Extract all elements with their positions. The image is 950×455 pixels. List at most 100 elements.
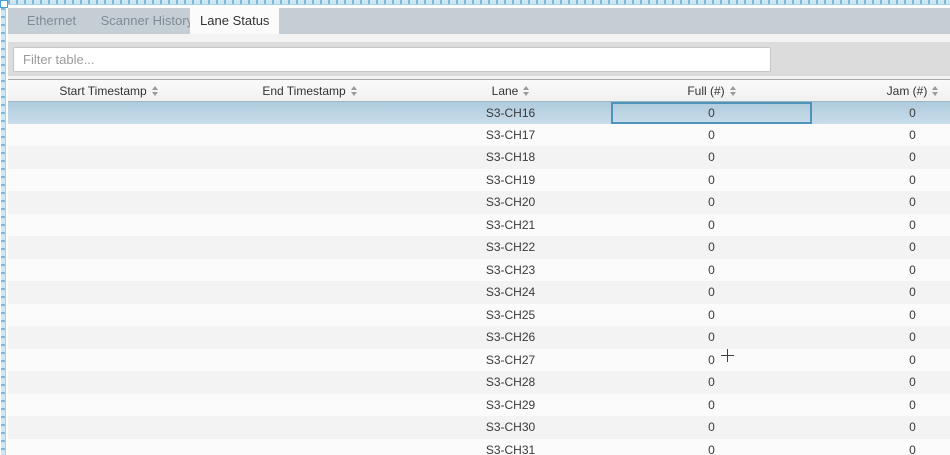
cell-full[interactable]: 0 — [611, 349, 812, 372]
table-row-S3-CH30[interactable]: S3-CH3000 — [8, 416, 950, 439]
cell-end[interactable] — [209, 236, 410, 259]
cell-end[interactable] — [209, 371, 410, 394]
table-row-S3-CH17[interactable]: S3-CH1700 — [8, 124, 950, 147]
table-row-S3-CH18[interactable]: S3-CH1800 — [8, 146, 950, 169]
tab-ethernet[interactable]: Ethernet — [8, 8, 95, 34]
table-row-S3-CH27[interactable]: S3-CH2700 — [8, 349, 950, 372]
table-row-S3-CH16[interactable]: S3-CH1600 — [8, 101, 950, 124]
cell-lane[interactable]: S3-CH31 — [410, 439, 611, 455]
cell-start[interactable] — [8, 371, 209, 394]
cell-end[interactable] — [209, 304, 410, 327]
cell-start[interactable] — [8, 259, 209, 282]
cell-jam[interactable]: 0 — [812, 304, 950, 327]
cell-jam[interactable]: 0 — [812, 416, 950, 439]
cell-jam[interactable]: 0 — [812, 349, 950, 372]
cell-lane[interactable]: S3-CH21 — [410, 214, 611, 237]
cell-end[interactable] — [209, 349, 410, 372]
table-row-S3-CH22[interactable]: S3-CH2200 — [8, 236, 950, 259]
cell-jam[interactable]: 0 — [812, 236, 950, 259]
cell-full[interactable]: 0 — [611, 146, 812, 169]
cell-full[interactable]: 0 — [611, 394, 812, 417]
cell-lane[interactable]: S3-CH26 — [410, 326, 611, 349]
column-header-full[interactable]: Full (#) — [611, 80, 812, 101]
cell-start[interactable] — [8, 169, 209, 192]
table-row-S3-CH28[interactable]: S3-CH2800 — [8, 371, 950, 394]
cell-jam[interactable]: 0 — [812, 371, 950, 394]
cell-full[interactable]: 0 — [611, 214, 812, 237]
cell-lane[interactable]: S3-CH29 — [410, 394, 611, 417]
table-row-S3-CH21[interactable]: S3-CH2100 — [8, 214, 950, 237]
cell-start[interactable] — [8, 394, 209, 417]
column-header-start[interactable]: Start Timestamp — [8, 80, 209, 101]
cell-end[interactable] — [209, 326, 410, 349]
cell-end[interactable] — [209, 214, 410, 237]
table-row-S3-CH19[interactable]: S3-CH1900 — [8, 169, 950, 192]
cell-start[interactable] — [8, 214, 209, 237]
cell-end[interactable] — [209, 259, 410, 282]
cell-lane[interactable]: S3-CH18 — [410, 146, 611, 169]
cell-start[interactable] — [8, 236, 209, 259]
cell-full[interactable]: 0 — [611, 169, 812, 192]
filter-input[interactable] — [13, 47, 771, 72]
cell-lane[interactable]: S3-CH27 — [410, 349, 611, 372]
cell-lane[interactable]: S3-CH22 — [410, 236, 611, 259]
cell-end[interactable] — [209, 394, 410, 417]
cell-full[interactable]: 0 — [611, 124, 812, 147]
cell-lane[interactable]: S3-CH23 — [410, 259, 611, 282]
cell-jam[interactable]: 0 — [812, 191, 950, 214]
cell-jam[interactable]: 0 — [812, 281, 950, 304]
cell-start[interactable] — [8, 281, 209, 304]
cell-lane[interactable]: S3-CH25 — [410, 304, 611, 327]
cell-full[interactable]: 0 — [611, 102, 812, 124]
cell-lane[interactable]: S3-CH17 — [410, 124, 611, 147]
cell-jam[interactable]: 0 — [812, 169, 950, 192]
cell-start[interactable] — [8, 304, 209, 327]
cell-end[interactable] — [209, 146, 410, 169]
cell-full[interactable]: 0 — [611, 304, 812, 327]
cell-jam[interactable]: 0 — [812, 394, 950, 417]
table-row-S3-CH31[interactable]: S3-CH3100 — [8, 439, 950, 455]
table-row-S3-CH25[interactable]: S3-CH2500 — [8, 304, 950, 327]
table-row-S3-CH23[interactable]: S3-CH2300 — [8, 259, 950, 282]
cell-start[interactable] — [8, 191, 209, 214]
cell-jam[interactable]: 0 — [812, 214, 950, 237]
cell-end[interactable] — [209, 416, 410, 439]
cell-full[interactable]: 0 — [611, 416, 812, 439]
cell-end[interactable] — [209, 102, 410, 124]
column-header-end[interactable]: End Timestamp — [209, 80, 410, 101]
table-row-S3-CH29[interactable]: S3-CH2900 — [8, 394, 950, 417]
cell-jam[interactable]: 0 — [812, 146, 950, 169]
cell-full[interactable]: 0 — [611, 439, 812, 455]
cell-lane[interactable]: S3-CH20 — [410, 191, 611, 214]
column-header-lane[interactable]: Lane — [410, 80, 611, 101]
cell-lane[interactable]: S3-CH24 — [410, 281, 611, 304]
cell-start[interactable] — [8, 439, 209, 455]
cell-start[interactable] — [8, 146, 209, 169]
cell-jam[interactable]: 0 — [812, 439, 950, 455]
cell-start[interactable] — [8, 102, 209, 124]
cell-lane[interactable]: S3-CH28 — [410, 371, 611, 394]
cell-full[interactable]: 0 — [611, 326, 812, 349]
tab-scanner-history[interactable]: Scanner History — [101, 8, 185, 34]
cell-end[interactable] — [209, 281, 410, 304]
cell-full[interactable]: 0 — [611, 236, 812, 259]
cell-full[interactable]: 0 — [611, 281, 812, 304]
cell-start[interactable] — [8, 349, 209, 372]
cell-start[interactable] — [8, 124, 209, 147]
cell-jam[interactable]: 0 — [812, 326, 950, 349]
cell-lane[interactable]: S3-CH16 — [410, 102, 611, 124]
cell-jam[interactable]: 0 — [812, 259, 950, 282]
cell-lane[interactable]: S3-CH19 — [410, 169, 611, 192]
selection-resize-handle[interactable] — [0, 0, 8, 8]
cell-jam[interactable]: 0 — [812, 124, 950, 147]
cell-start[interactable] — [8, 326, 209, 349]
table-row-S3-CH24[interactable]: S3-CH2400 — [8, 281, 950, 304]
table-row-S3-CH20[interactable]: S3-CH2000 — [8, 191, 950, 214]
cell-full[interactable]: 0 — [611, 259, 812, 282]
cell-lane[interactable]: S3-CH30 — [410, 416, 611, 439]
cell-end[interactable] — [209, 191, 410, 214]
cell-end[interactable] — [209, 439, 410, 455]
cell-start[interactable] — [8, 416, 209, 439]
cell-full[interactable]: 0 — [611, 191, 812, 214]
tab-lane-status[interactable]: Lane Status — [190, 8, 279, 34]
